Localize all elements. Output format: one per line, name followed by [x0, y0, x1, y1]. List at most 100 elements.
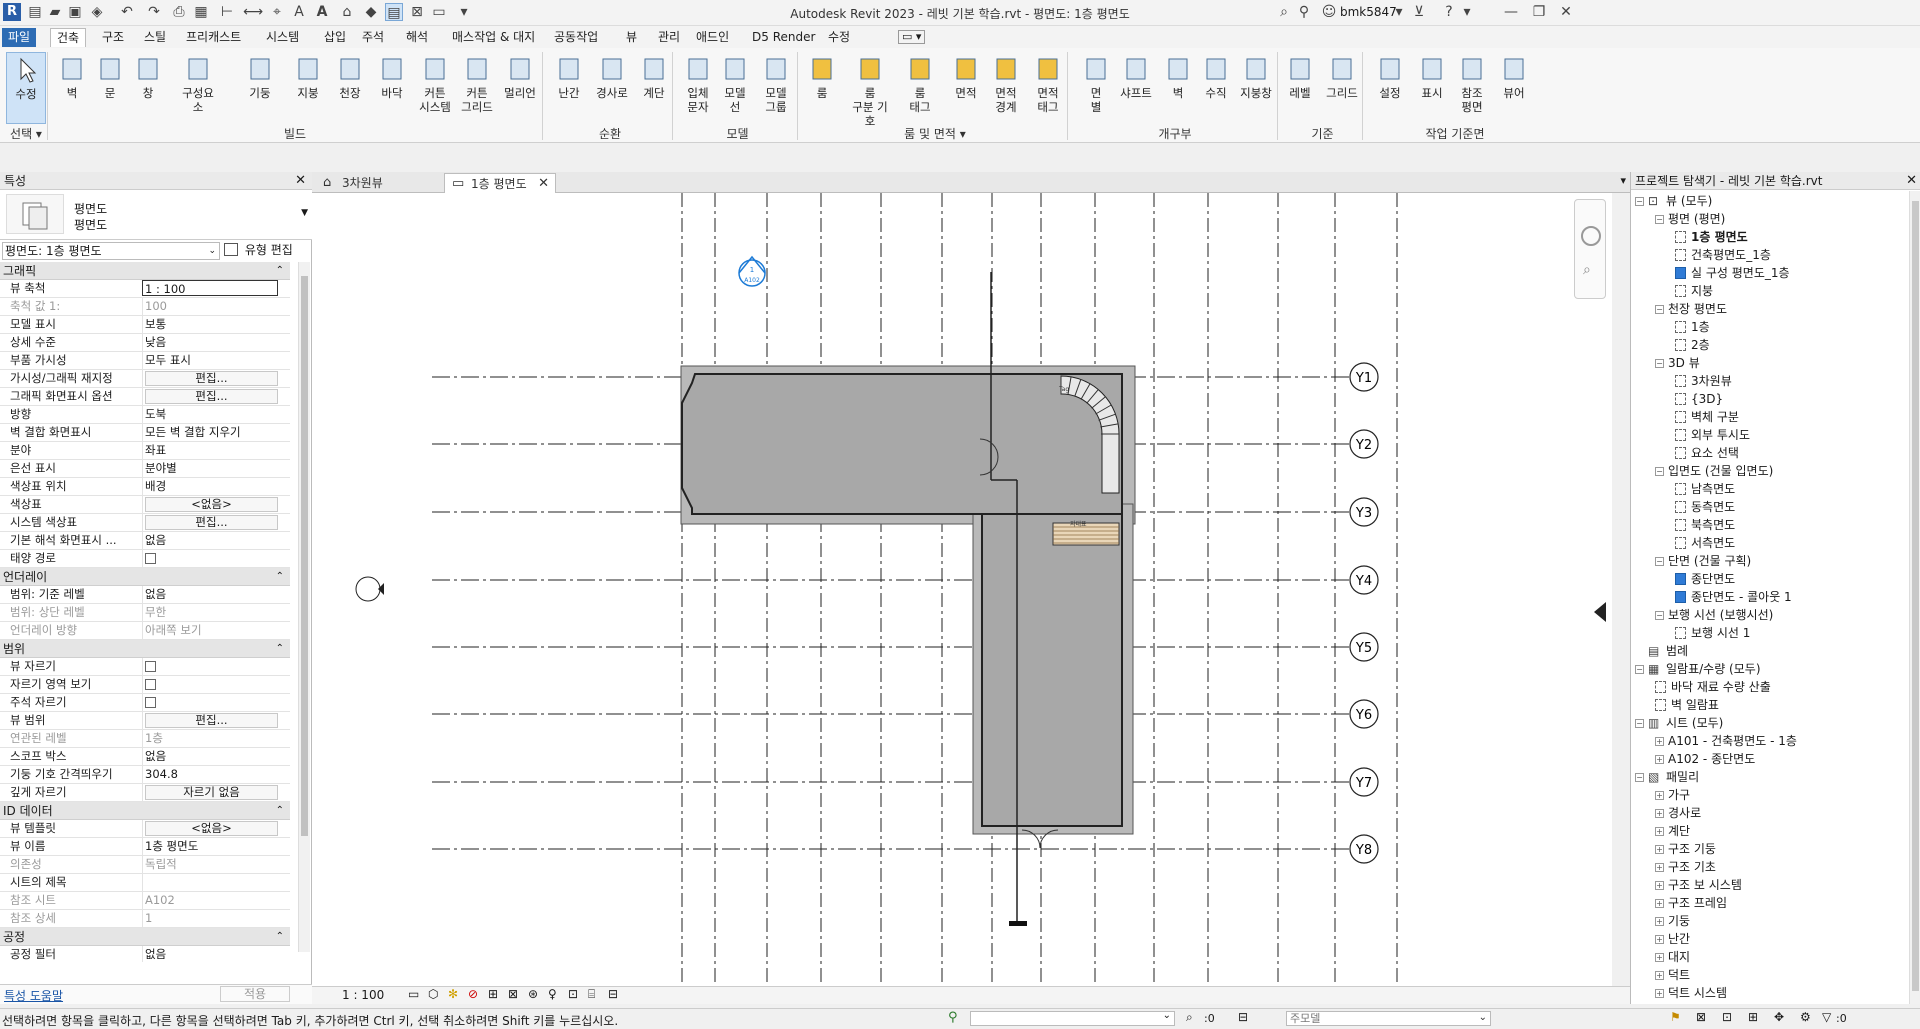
property-value[interactable] — [142, 874, 278, 891]
help-icon[interactable]: ? — [1440, 3, 1458, 21]
ribbon-tool[interactable]: 그리드 — [1322, 52, 1362, 100]
property-value[interactable]: 편집... — [142, 712, 278, 729]
browser-node[interactable]: {3D} — [1675, 391, 1723, 407]
expand-icon[interactable]: + — [1655, 881, 1664, 890]
crop-view-icon[interactable]: ⊞ — [488, 987, 498, 1001]
ribbon-tab[interactable]: D5 Render — [746, 28, 821, 47]
ribbon-tool[interactable]: 지붕창 — [1236, 52, 1276, 100]
collapse-icon[interactable]: − — [1635, 665, 1644, 674]
browser-node[interactable]: 북측면도 — [1675, 517, 1735, 533]
collapse-icon[interactable]: − — [1655, 215, 1664, 224]
ribbon-tool[interactable]: 벽 — [1158, 52, 1198, 100]
ribbon-tool[interactable]: 설정 — [1370, 52, 1410, 100]
property-value[interactable]: 없음 — [142, 586, 278, 603]
ribbon-tab[interactable]: 삽입 — [318, 28, 352, 47]
browser-node[interactable]: 종단면도 - 콜아웃 1 — [1675, 589, 1792, 605]
ribbon-tab[interactable]: 프리캐스트 — [180, 28, 247, 47]
ribbon-tool[interactable]: 바닥 — [372, 52, 412, 100]
floor-plan-drawing[interactable]: Y1 Y2 Y3 Y4 Y5 Y6 Y7 Y8 1 A102 Tag 지대표 — [312, 193, 1612, 986]
search-icon[interactable]: ⌕ — [1275, 3, 1293, 21]
ribbon-tool[interactable]: 멀리언 — [500, 52, 540, 100]
minimize-icon[interactable]: — — [1502, 3, 1520, 21]
property-edit-button[interactable]: 편집... — [145, 389, 278, 404]
property-checkbox[interactable] — [145, 679, 156, 690]
browser-node[interactable]: 지붕 — [1675, 283, 1713, 299]
browser-node[interactable]: − 평면 (평면) — [1655, 211, 1725, 227]
browser-node[interactable]: 남측면도 — [1675, 481, 1735, 497]
properties-scrollbar[interactable] — [298, 262, 310, 952]
ribbon-tab[interactable]: 구조 — [96, 28, 130, 47]
ribbon-tool[interactable]: 룸 — [802, 52, 842, 100]
type-selector[interactable]: 평면도 평면도 ▼ — [0, 190, 312, 240]
binoculars-icon[interactable]: ⚲ — [1295, 3, 1313, 21]
ribbon-tool[interactable]: 표시 — [1412, 52, 1452, 100]
collapse-icon[interactable]: − — [1655, 467, 1664, 476]
browser-node[interactable]: − ▦ 일람표/수량 (모두) — [1635, 661, 1761, 677]
ribbon-tool[interactable]: 계단 — [634, 52, 674, 100]
browser-node[interactable]: 요소 선택 — [1675, 445, 1739, 461]
expand-icon[interactable]: + — [1655, 953, 1664, 962]
browser-node[interactable]: −3D 뷰 — [1655, 355, 1700, 371]
design-option-select[interactable]: 주모델 ⌄ — [1286, 1011, 1491, 1026]
user-name[interactable]: bmk5847 — [1340, 5, 1397, 19]
property-value[interactable]: 없음 — [142, 946, 278, 962]
property-checkbox[interactable] — [145, 661, 156, 672]
type-dropdown-icon[interactable]: ▼ — [301, 208, 308, 218]
user-icon[interactable]: ☺ — [1320, 3, 1338, 21]
property-value[interactable]: 편집... — [142, 514, 278, 531]
close-hidden-icon[interactable]: ⊠ — [408, 3, 426, 21]
property-value[interactable] — [142, 550, 278, 567]
browser-node[interactable]: + 대지 — [1655, 949, 1690, 965]
section-icon[interactable]: ◆ — [362, 3, 380, 21]
collapse-icon[interactable]: ⌃ — [276, 262, 284, 280]
drawing-canvas[interactable]: Y1 Y2 Y3 Y4 Y5 Y6 Y7 Y8 1 A102 Tag 지대표 ⌕ — [312, 193, 1612, 986]
property-value[interactable]: 1 : 100 — [142, 280, 278, 296]
ribbon-tool[interactable]: 룸 구분 기호 — [850, 52, 890, 128]
ribbon-tool[interactable]: 난간 — [549, 52, 589, 100]
property-value[interactable]: 분야별 — [142, 460, 278, 477]
browser-node[interactable]: 동측면도 — [1675, 499, 1735, 515]
browser-node[interactable]: 바닥 재료 수량 산출 — [1655, 679, 1771, 695]
ribbon-tool[interactable]: 모델 그룹 — [756, 52, 796, 114]
ribbon-tool[interactable]: 문 — [90, 52, 130, 100]
ribbon-panel-label[interactable]: 룸 및 면적 ▾ — [800, 125, 1070, 142]
ribbon-tool[interactable]: 수정 — [6, 52, 46, 124]
property-value[interactable] — [142, 676, 278, 693]
browser-node[interactable]: 1층 평면도 — [1675, 229, 1748, 245]
ribbon-tab[interactable]: 공동작업 — [548, 28, 604, 47]
select-pinned-icon[interactable]: ⊡ — [1722, 1010, 1732, 1024]
ribbon-tool[interactable]: 면 별 — [1076, 52, 1116, 114]
cart-icon[interactable]: ⊻ — [1410, 3, 1428, 21]
browser-node[interactable]: + 난간 — [1655, 931, 1690, 947]
property-edit-button[interactable]: 편집... — [145, 713, 278, 728]
instance-filter-select[interactable]: 평면도: 1층 평면도 ⌄ — [2, 242, 220, 260]
select-links-icon[interactable]: ⚑ — [1670, 1010, 1681, 1024]
browser-node[interactable]: 2층 — [1675, 337, 1710, 353]
ribbon-tool[interactable]: 입체 문자 — [678, 52, 718, 114]
property-group-header[interactable]: 언더레이 ⌃ — [0, 568, 290, 586]
ribbon-tool[interactable]: 모델 선 — [715, 52, 755, 114]
open-icon[interactable]: ▤ — [26, 3, 44, 21]
redo-icon[interactable]: ↷ — [145, 3, 163, 21]
folder-open-icon[interactable]: ▰ — [46, 3, 64, 21]
visual-style-icon[interactable]: ⬡ — [428, 987, 438, 1001]
expand-icon[interactable]: + — [1655, 809, 1664, 818]
property-value[interactable]: 도북 — [142, 406, 278, 423]
ribbon-tab[interactable]: 스틸 — [138, 28, 172, 47]
property-value[interactable]: 304.8 — [142, 766, 278, 783]
ribbon-tab[interactable]: 주석 — [356, 28, 390, 47]
measure-icon[interactable]: ⊢ — [218, 3, 236, 21]
ribbon-tool[interactable]: 경사로 — [592, 52, 632, 100]
ribbon-tab[interactable]: 관리 — [652, 28, 686, 47]
customize-qat-icon[interactable]: ▾ — [455, 3, 473, 21]
ribbon-tab[interactable]: 시스템 — [260, 28, 305, 47]
apply-button[interactable]: 적용 — [220, 986, 290, 1002]
ribbon-tab[interactable]: 애드인 — [690, 28, 735, 47]
navigation-bar[interactable]: ⌕ — [1574, 199, 1606, 299]
property-value[interactable] — [142, 658, 278, 675]
analytical-icon[interactable]: ⊟ — [608, 987, 618, 1001]
pdf-icon[interactable]: ▦ — [192, 3, 210, 21]
browser-node[interactable]: + A102 - 종단면도 — [1655, 751, 1755, 767]
print-icon[interactable]: ⎙ — [170, 3, 188, 21]
close-browser-icon[interactable]: ✕ — [1906, 172, 1917, 190]
